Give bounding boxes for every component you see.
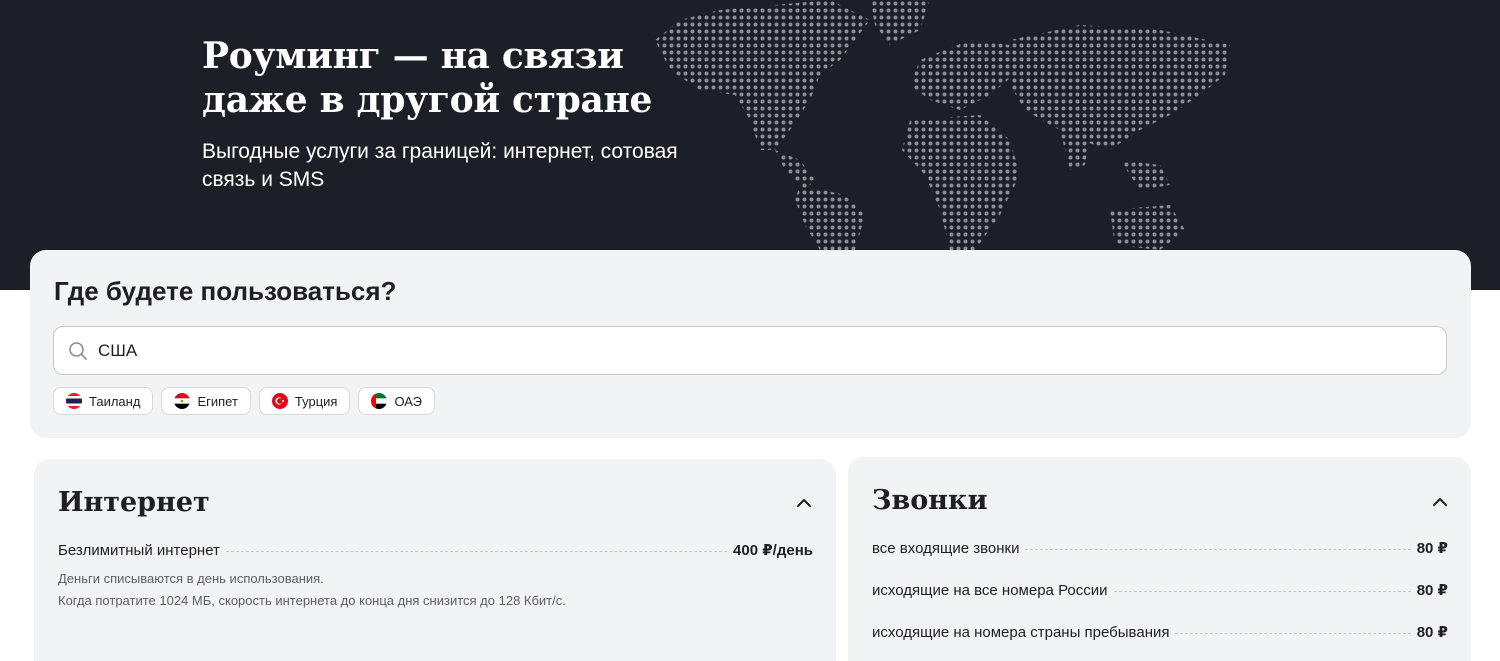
country-search-card: Где будете пользоваться? Таиланд Египет … [30, 250, 1471, 438]
internet-row-unlimited: Безлимитный интернет 400 ₽/день [58, 541, 813, 559]
chip-thailand[interactable]: Таиланд [53, 387, 154, 415]
calls-row-incoming: все входящие звонки 80 ₽ [872, 539, 1448, 557]
internet-notes: Деньги списываются в день использования.… [58, 568, 818, 612]
row-leader [1175, 633, 1411, 634]
chip-label: Турция [294, 393, 338, 409]
row-label: исходящие на номера страны пребывания [872, 624, 1170, 641]
popular-countries: Таиланд Египет Турция ОАЭ [53, 387, 436, 415]
chip-label: ОАЭ [394, 393, 423, 409]
thailand-flag-icon [66, 393, 82, 409]
row-price: 80 ₽ [1416, 540, 1448, 557]
chip-turkey[interactable]: Турция [258, 387, 351, 415]
calls-title: Звонки [872, 485, 988, 516]
calls-card: Звонки все входящие звонки 80 ₽ исходящи… [848, 457, 1471, 661]
search-heading: Где будете пользоваться? [54, 276, 397, 306]
chip-label: Египет [197, 393, 238, 409]
page-title: Роуминг — на связи даже в другой стране [202, 35, 653, 121]
chevron-up-icon[interactable] [796, 495, 812, 511]
note-line: Когда потратите 1024 МБ, скорость интерн… [58, 593, 566, 608]
chip-label: Таиланд [89, 393, 141, 409]
chip-egypt[interactable]: Египет [161, 387, 251, 415]
row-price: 400 ₽/день [733, 542, 813, 559]
row-leader [1025, 549, 1411, 550]
note-line: Деньги списываются в день использования. [58, 571, 324, 586]
internet-card: Интернет Безлимитный интернет 400 ₽/день… [34, 459, 836, 661]
turkey-flag-icon [271, 393, 288, 409]
row-leader [1113, 591, 1411, 592]
row-price: 80 ₽ [1416, 624, 1448, 641]
country-search-input[interactable] [98, 327, 1428, 374]
country-search-box[interactable] [53, 326, 1447, 375]
world-map-illustration [655, 0, 1230, 250]
page-subtitle: Выгодные услуги за границей: интернет, с… [202, 140, 678, 191]
calls-row-outgoing-russia: исходящие на все номера России 80 ₽ [872, 581, 1448, 599]
chip-uae[interactable]: ОАЭ [358, 387, 436, 415]
search-icon [69, 342, 87, 360]
row-label: исходящие на все номера России [872, 582, 1108, 599]
row-label: все входящие звонки [872, 540, 1020, 557]
chevron-up-icon[interactable] [1432, 494, 1448, 510]
row-label: Безлимитный интернет [58, 542, 220, 559]
hero-banner: Роуминг — на связи даже в другой стране … [0, 0, 1500, 290]
row-price: 80 ₽ [1416, 582, 1448, 599]
row-leader [225, 551, 728, 552]
uae-flag-icon [371, 393, 388, 409]
internet-title: Интернет [58, 487, 210, 518]
egypt-flag-icon [174, 393, 191, 409]
calls-row-outgoing-local: исходящие на номера страны пребывания 80… [872, 623, 1448, 641]
